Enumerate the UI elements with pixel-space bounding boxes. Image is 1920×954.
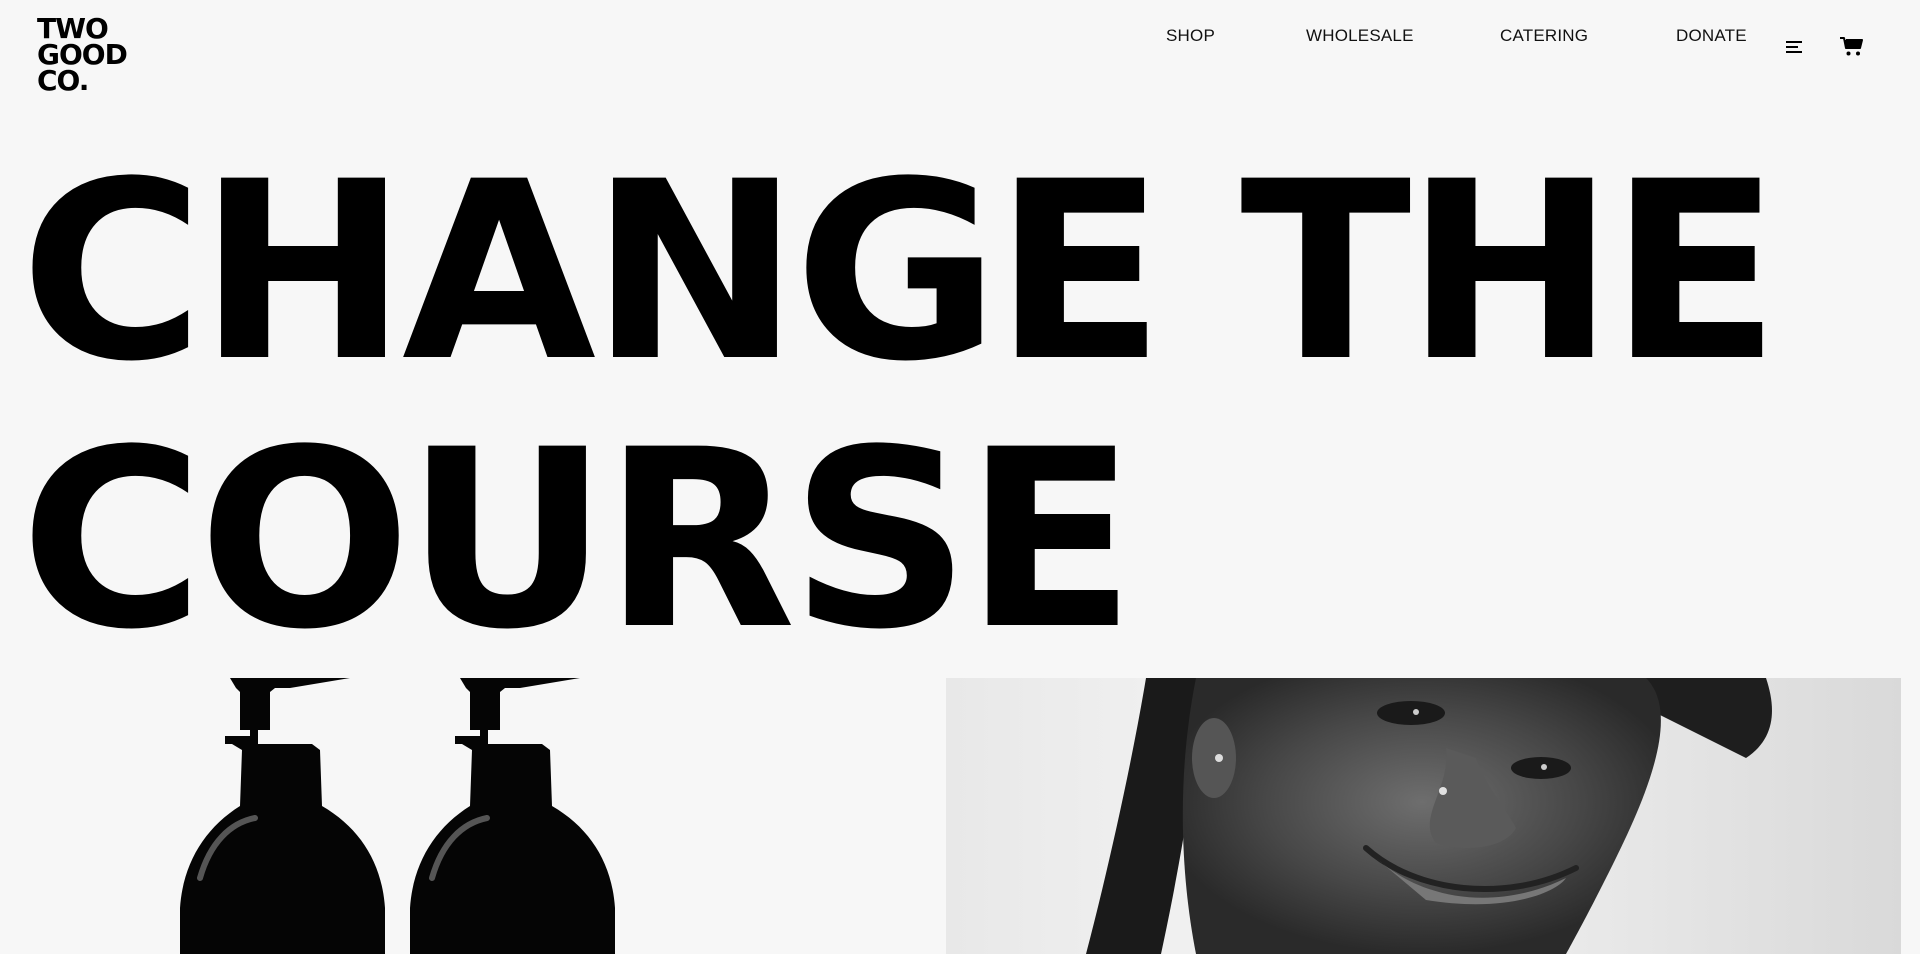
page: TWO GOOD CO. SHOP WHOLESALE CATERING DON… [0, 0, 1920, 954]
nav-wholesale[interactable]: WHOLESALE [1306, 26, 1414, 46]
hamburger-icon[interactable] [1786, 40, 1804, 54]
nav-donate[interactable]: DONATE [1676, 26, 1747, 46]
cart-icon[interactable] [1840, 36, 1864, 58]
logo-line-3: CO. [37, 64, 89, 97]
bottle-right [410, 678, 615, 954]
hero-headline-line-2: COURSE [20, 398, 1136, 684]
site-header: TWO GOOD CO. SHOP WHOLESALE CATERING DON… [0, 0, 1920, 110]
hero-headline-line-1: CHANGE THE [20, 130, 1781, 416]
nav-shop[interactable]: SHOP [1166, 26, 1215, 46]
product-bottles-image [170, 678, 650, 954]
logo[interactable]: TWO GOOD CO. [37, 15, 128, 97]
nav-catering[interactable]: CATERING [1500, 26, 1588, 46]
portrait-photo [946, 678, 1901, 954]
bottle-left [180, 678, 385, 954]
